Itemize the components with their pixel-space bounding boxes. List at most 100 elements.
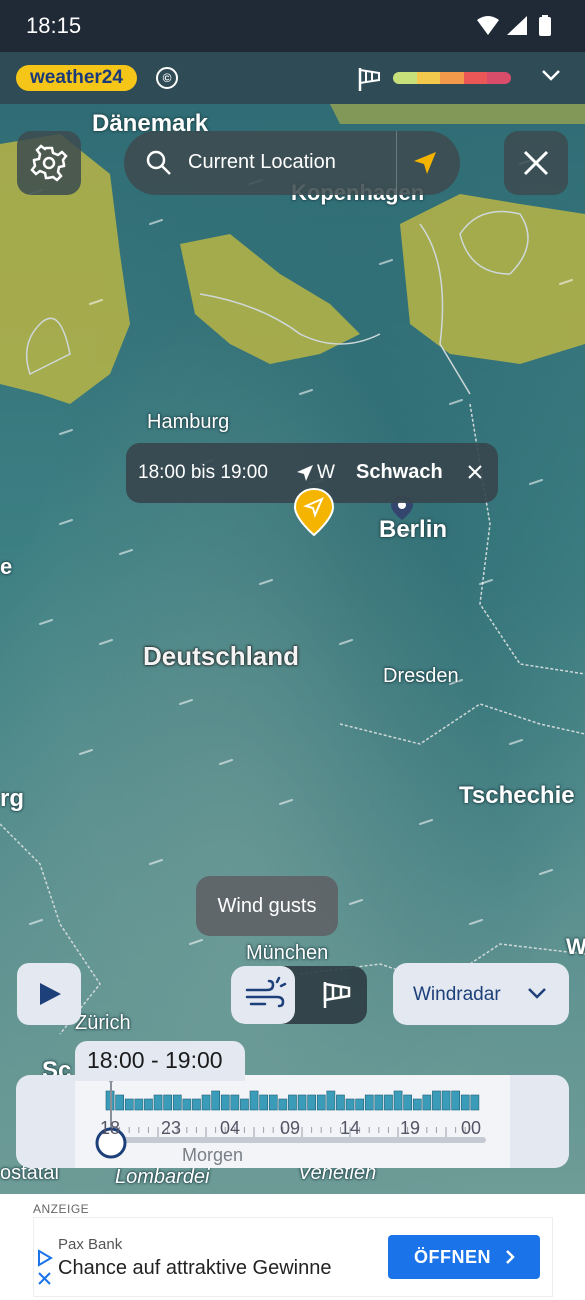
search-bar[interactable]: Current Location [124, 131, 460, 195]
forecast-bar[interactable] [278, 1098, 288, 1111]
ad-banner: ANZEIGE Pax Bank Chance auf attraktive G… [0, 1194, 585, 1300]
day-label: Morgen [182, 1145, 244, 1165]
forecast-bar[interactable] [403, 1094, 413, 1111]
map-label-muenchen: München [246, 942, 329, 964]
forecast-bar[interactable] [307, 1094, 317, 1111]
forecast-bar[interactable] [355, 1098, 365, 1111]
popup-wind-strength: Schwach [356, 461, 443, 483]
ad-tag: ANZEIGE [33, 1202, 90, 1216]
map-label-dresden: Dresden [383, 665, 459, 687]
forecast-bar[interactable] [172, 1094, 182, 1111]
ad-open-button-label: ÖFFNEN [414, 1247, 491, 1267]
forecast-bar[interactable] [297, 1094, 307, 1111]
map-label-tschechien: Tschechie [459, 782, 575, 809]
search-input[interactable]: Current Location [188, 151, 336, 174]
forecast-bar[interactable] [470, 1094, 480, 1111]
status-time: 18:15 [26, 13, 82, 38]
legend-color-segment [487, 72, 511, 84]
ad-box[interactable]: Pax Bank Chance auf attraktive Gewinne Ö… [33, 1217, 553, 1297]
popup-close-icon[interactable] [466, 463, 484, 486]
map-label-zuerich: Zürich [75, 1012, 131, 1034]
timeline-track-area[interactable]: 18 23 04 09 14 19 00 Morgen [75, 1075, 510, 1168]
tick-label: 23 [161, 1118, 182, 1138]
forecast-bar[interactable] [432, 1090, 441, 1111]
forecast-bar[interactable] [211, 1090, 221, 1111]
forecast-bar[interactable] [422, 1094, 432, 1111]
selected-time-tab: 18:00 - 19:00 [75, 1041, 245, 1081]
layer-dropdown[interactable]: Windradar [393, 963, 569, 1025]
forecast-bar[interactable] [249, 1090, 259, 1111]
tick-label: 14 [340, 1118, 361, 1138]
forecast-bar[interactable] [268, 1094, 278, 1111]
wind-gusts-icon [245, 976, 287, 1008]
forecast-bar[interactable] [163, 1094, 172, 1111]
ad-open-button[interactable]: ÖFFNEN [388, 1235, 540, 1279]
ad-headline[interactable]: Chance auf attraktive Gewinne [58, 1257, 332, 1280]
settings-button[interactable] [17, 131, 81, 195]
forecast-bar[interactable] [288, 1094, 297, 1111]
location-arrow-icon[interactable] [412, 150, 438, 181]
forecast-bar[interactable] [259, 1094, 269, 1111]
weather-map[interactable]: Dänemark Kopenhagen Hamburg Berlin Deuts… [0, 104, 585, 1194]
search-divider [396, 131, 397, 195]
map-label-rg: rg [0, 785, 24, 812]
forecast-bar[interactable] [412, 1098, 422, 1111]
forecast-bar[interactable] [393, 1090, 403, 1111]
play-button[interactable] [17, 963, 81, 1025]
forecast-bar[interactable] [460, 1094, 470, 1111]
adchoices-icon[interactable] [36, 1248, 54, 1293]
wind-legend-bar[interactable] [393, 72, 511, 84]
forecast-bar[interactable] [451, 1090, 461, 1111]
forecast-bar[interactable] [220, 1094, 230, 1111]
chevron-down-icon[interactable] [541, 68, 561, 87]
map-label-hamburg: Hamburg [147, 411, 230, 433]
tick-label: 04 [220, 1118, 241, 1138]
forecast-bar[interactable] [115, 1094, 124, 1111]
forecast-bar[interactable] [201, 1094, 211, 1111]
tick-label: 09 [280, 1118, 301, 1138]
forecast-bar[interactable] [182, 1098, 192, 1111]
wind-gusts-tooltip: Wind gusts [196, 876, 338, 936]
ad-advertiser: Pax Bank [58, 1236, 123, 1253]
layer-toggle [231, 966, 367, 1024]
wind-layer-button[interactable] [311, 966, 367, 1024]
tick-label: 19 [400, 1118, 421, 1138]
forecast-bar[interactable] [230, 1094, 240, 1111]
wind-direction-icon [296, 464, 314, 487]
forecast-bar[interactable] [364, 1094, 374, 1111]
copyright-icon[interactable]: © [156, 67, 178, 89]
wifi-icon [477, 16, 499, 35]
tick-label: 00 [461, 1118, 482, 1138]
weather24-logo[interactable]: weather24 [16, 65, 137, 91]
forecast-bar[interactable] [336, 1094, 345, 1111]
forecast-bar[interactable] [134, 1098, 144, 1111]
search-icon [146, 150, 172, 181]
forecast-bar[interactable] [240, 1098, 249, 1111]
tick-label: 18 [100, 1118, 121, 1138]
legend-color-segment [463, 72, 488, 84]
forecast-bar[interactable] [144, 1098, 153, 1111]
forecast-bar[interactable] [374, 1094, 384, 1111]
forecast-bar[interactable] [316, 1094, 326, 1111]
wind-gusts-layer-button[interactable] [231, 966, 295, 1024]
map-label-e: e [0, 554, 13, 579]
windsock-icon [323, 982, 351, 1008]
map-label-lombardei: Lombardei [115, 1166, 210, 1188]
status-icons [475, 14, 559, 43]
close-icon [523, 150, 549, 176]
layer-dropdown-label: Windradar [413, 984, 501, 1005]
current-location-pin-icon[interactable] [293, 487, 335, 542]
forecast-bar[interactable] [124, 1098, 134, 1111]
signal-icon [507, 16, 527, 35]
forecast-bar[interactable] [441, 1090, 451, 1111]
forecast-bar[interactable] [345, 1098, 355, 1111]
forecast-bar[interactable] [384, 1094, 393, 1111]
close-button[interactable] [504, 131, 568, 195]
timeline-panel[interactable]: 18 23 04 09 14 19 00 Morgen [16, 1075, 569, 1168]
forecast-bar[interactable] [192, 1098, 201, 1111]
windsock-icon [356, 66, 382, 97]
popup-time-range: 18:00 bis 19:00 [138, 462, 268, 483]
forecast-bar[interactable] [326, 1090, 336, 1111]
map-label-deutschland: Deutschland [143, 641, 300, 671]
forecast-bar[interactable] [153, 1094, 163, 1111]
